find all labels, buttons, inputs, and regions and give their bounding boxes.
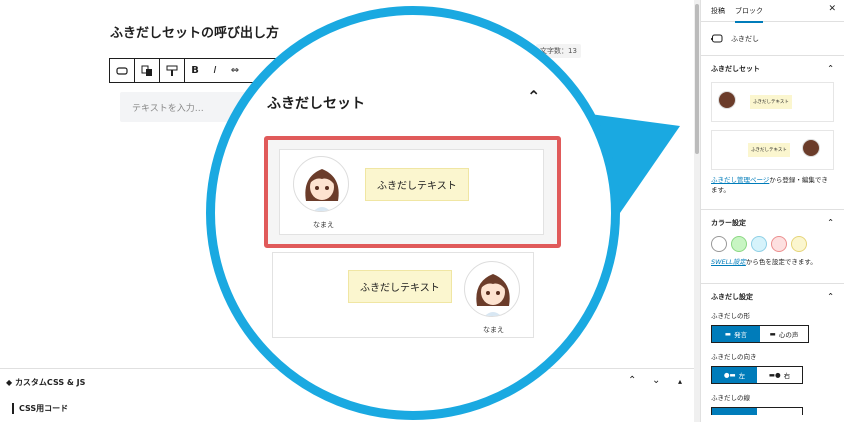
balloon-sample-left[interactable]: なまえ ふきだしテキスト xyxy=(279,149,544,235)
highlighted-preset: なまえ ふきだしテキスト xyxy=(264,136,561,248)
avatar-face-icon xyxy=(476,274,510,316)
avatar-name: なまえ xyxy=(483,326,504,334)
zoom-magnifier: ふきだしセット ⌃ なまえ ふきだしテキスト ふきだしテキスト なまえ xyxy=(206,6,620,420)
balloon-set-zoom-title: ふきだしセット xyxy=(267,96,365,112)
balloon-sample-right[interactable]: ふきだしテキスト なまえ xyxy=(272,252,534,338)
screen: ふきだしセットの呼び出し方 文字数：13 B I ⇔ テキストを入力… ◆ カス… xyxy=(0,0,844,422)
avatar-face-icon xyxy=(305,169,339,211)
avatar-name: なまえ xyxy=(313,221,334,229)
avatar xyxy=(464,261,520,317)
avatar xyxy=(293,156,349,212)
chevron-up-icon[interactable]: ⌃ xyxy=(527,87,540,106)
speech-bubble: ふきだしテキスト xyxy=(348,270,452,303)
speech-bubble: ふきだしテキスト xyxy=(365,168,469,201)
